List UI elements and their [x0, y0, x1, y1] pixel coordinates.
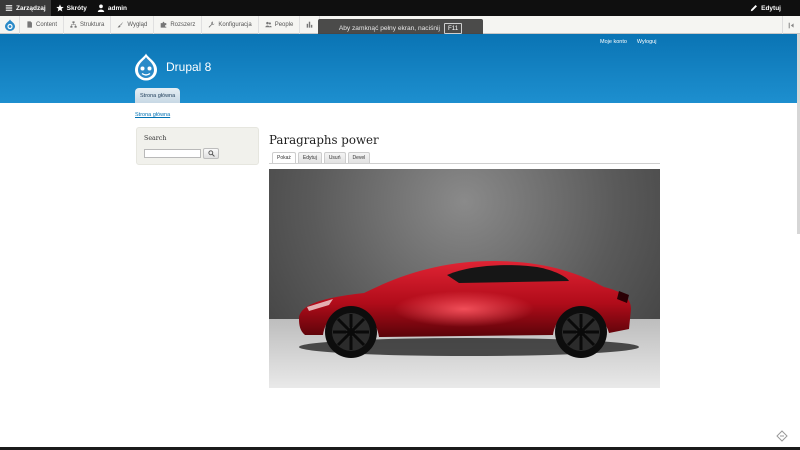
- page-title: Paragraphs power: [269, 133, 379, 147]
- breadcrumb-home-link[interactable]: Strona główna: [135, 112, 170, 118]
- search-button[interactable]: [203, 148, 219, 159]
- rear-wheel: [555, 306, 607, 358]
- bar-chart-icon: [307, 21, 313, 28]
- tray-orientation-toggle[interactable]: [782, 16, 800, 34]
- menu-item-content[interactable]: Content: [20, 15, 65, 34]
- fullscreen-notice-text: Aby zamknąć pełny ekran, naciśnij: [338, 25, 440, 32]
- toolbar-user-label: admin: [107, 4, 128, 12]
- menu-item-label: Struktura: [80, 21, 105, 28]
- tab-devel[interactable]: Devel: [347, 152, 371, 163]
- fullscreen-key-badge: F11: [443, 23, 463, 34]
- search-block: Search: [136, 127, 259, 165]
- local-tasks-tabs: Pokaż Edytuj Usuń Devel: [269, 152, 660, 164]
- car-illustration: [269, 261, 660, 388]
- puzzle-icon: [161, 21, 167, 28]
- admin-toolbar: Zarządzaj Skróty admin Edytuj: [0, 0, 800, 16]
- toolbar-edit-button[interactable]: Edytuj: [745, 0, 786, 16]
- drupal-home-button[interactable]: [0, 15, 20, 34]
- primary-menu-home-tab[interactable]: Strona główna: [135, 88, 181, 103]
- menu-item-people[interactable]: People: [259, 15, 301, 34]
- menu-item-label: Rozszerz: [170, 21, 196, 28]
- secondary-menu: Moje konto Wyloguj: [600, 39, 656, 45]
- menu-item-configuration[interactable]: Konfiguracja: [202, 15, 259, 34]
- menu-item-label: Wygląd: [127, 21, 148, 28]
- menu-item-label: Konfiguracja: [218, 21, 252, 28]
- menu-item-appearance[interactable]: Wygląd: [111, 15, 155, 34]
- menu-item-extend[interactable]: Rozszerz: [154, 15, 203, 34]
- collapse-icon: [788, 22, 794, 28]
- menu-item-structure[interactable]: Struktura: [64, 15, 112, 34]
- toolbar-manage-tab[interactable]: Zarządzaj: [0, 0, 51, 16]
- pencil-icon: [750, 5, 758, 12]
- brush-icon: [117, 21, 124, 28]
- search-icon: [207, 150, 215, 157]
- page-corner-arrow-icon[interactable]: [776, 430, 788, 442]
- star-icon: [55, 4, 64, 12]
- toolbar-shortcuts-tab[interactable]: Skróty: [51, 0, 92, 16]
- logout-link[interactable]: Wyloguj: [637, 39, 657, 45]
- my-account-link[interactable]: Moje konto: [600, 39, 627, 45]
- search-block-title: Search: [144, 135, 167, 142]
- user-icon: [97, 4, 105, 12]
- menu-item-label: People: [274, 21, 294, 28]
- file-icon: [27, 21, 32, 28]
- site-name[interactable]: Drupal 8: [166, 60, 211, 74]
- front-wheel: [325, 306, 377, 358]
- tab-view[interactable]: Pokaż: [272, 152, 296, 163]
- menu-icon: [5, 5, 13, 11]
- toolbar-manage-label: Zarządzaj: [16, 4, 46, 12]
- people-icon: [265, 21, 272, 28]
- toolbar-user-tab[interactable]: admin: [92, 0, 132, 16]
- toolbar-shortcuts-label: Skróty: [66, 4, 87, 12]
- site-header: Moje konto Wyloguj Drupal 8 Strona główn…: [0, 34, 800, 103]
- drupal-drop-icon: [4, 19, 15, 31]
- paragraph-image-red-sports-car: [269, 169, 660, 388]
- tab-edit[interactable]: Edytuj: [297, 152, 322, 163]
- sitemap-icon: [70, 21, 77, 28]
- drupal-logo-icon[interactable]: [134, 53, 158, 81]
- tab-delete[interactable]: Usuń: [323, 152, 346, 163]
- menu-item-label: Content: [36, 21, 58, 28]
- wrench-icon: [208, 21, 215, 28]
- toolbar-edit-label: Edytuj: [761, 4, 781, 12]
- search-input[interactable]: [144, 149, 201, 158]
